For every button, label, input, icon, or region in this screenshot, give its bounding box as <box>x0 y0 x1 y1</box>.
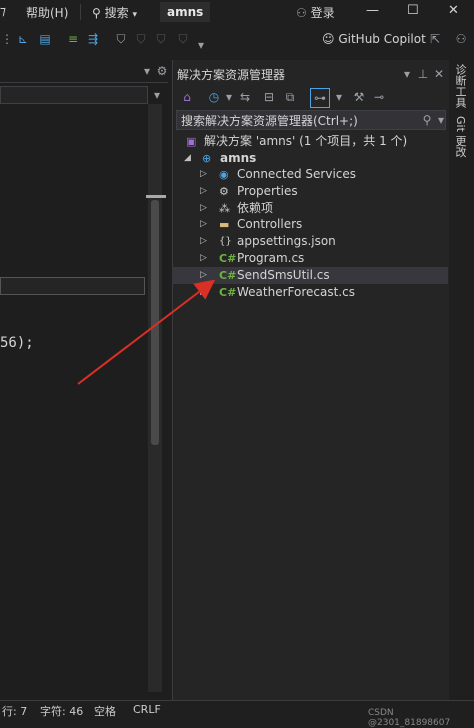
status-whitespace[interactable]: 空格 <box>94 703 116 719</box>
status-char[interactable]: 字符: 46 <box>40 703 83 719</box>
status-line[interactable]: 行: 7 <box>2 703 27 719</box>
status-line-ending[interactable]: CRLF <box>133 703 161 716</box>
csdn-watermark: CSDN @2301_81898607 <box>368 708 451 728</box>
annotation-arrow <box>77 279 216 385</box>
